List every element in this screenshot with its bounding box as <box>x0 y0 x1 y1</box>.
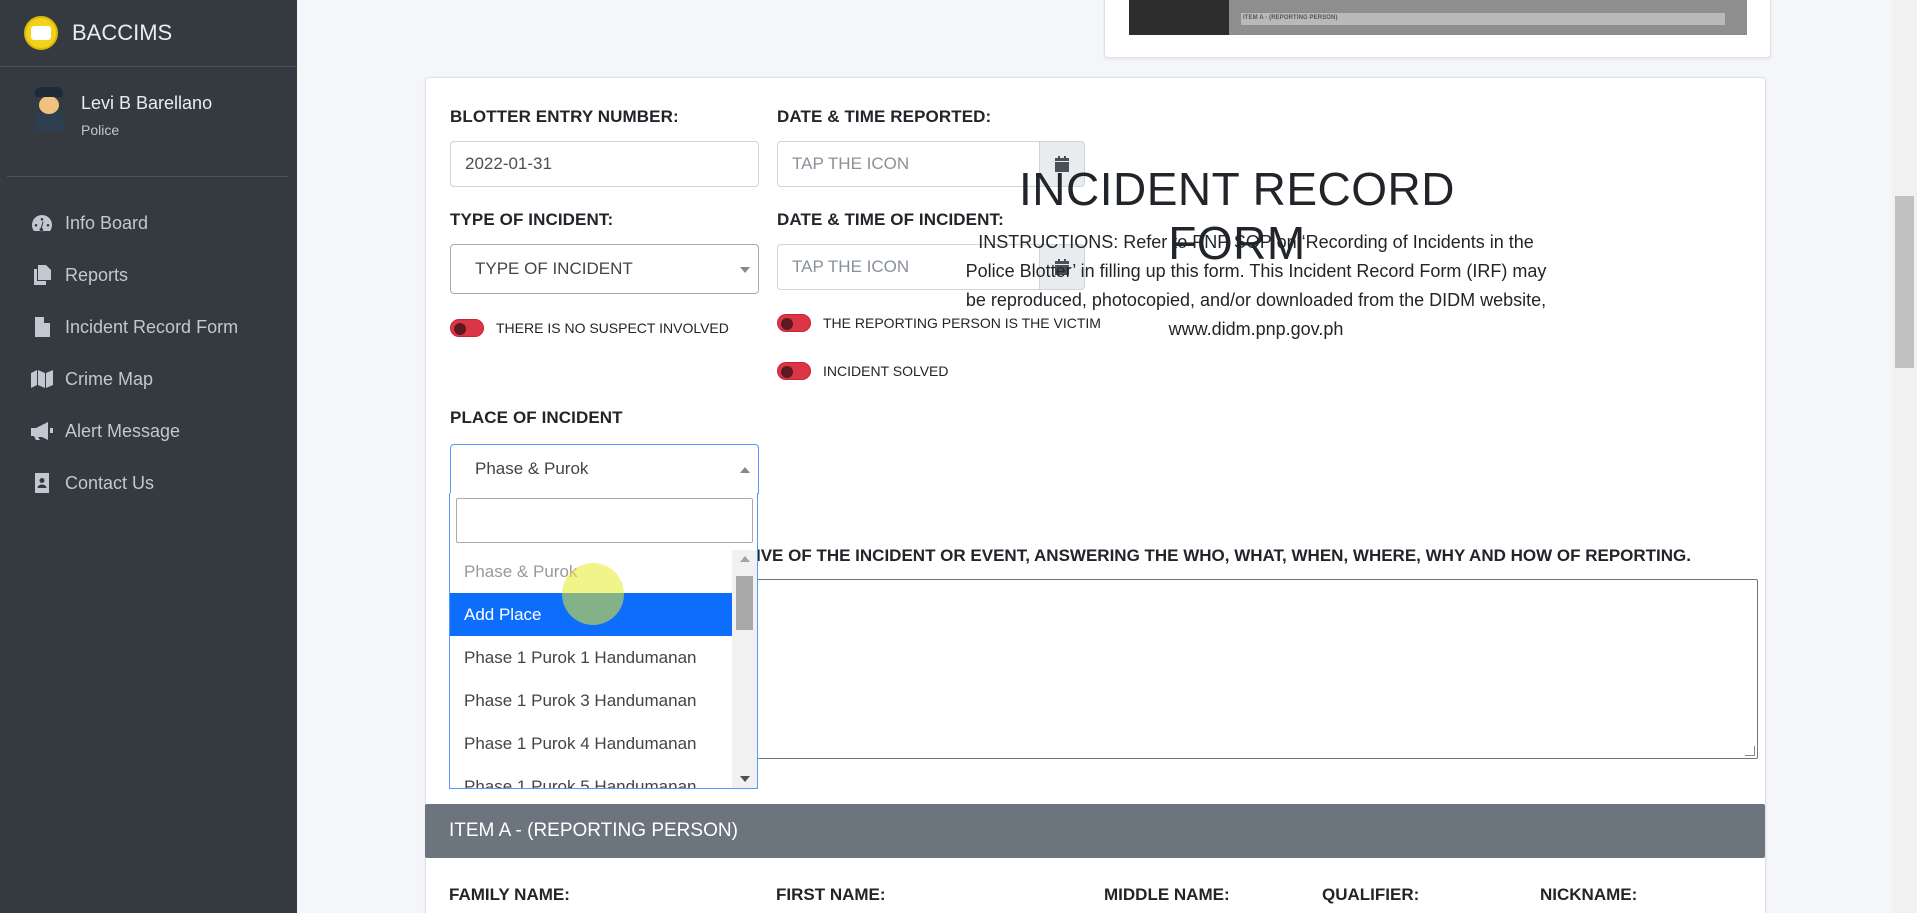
place-of-incident-select[interactable]: Phase & Purok <box>450 444 759 494</box>
sidebar-item-label: Reports <box>65 264 129 285</box>
date-reported-label: DATE & TIME REPORTED: <box>777 107 992 126</box>
dropdown-options: Phase & Purok Add Place Phase 1 Purok 1 … <box>450 550 732 788</box>
copy-icon <box>30 265 54 285</box>
sidebar-item-contact-us[interactable]: Contact Us <box>0 457 297 509</box>
type-of-incident-value: TYPE OF INCIDENT <box>475 259 633 278</box>
middle-name-label: MIDDLE NAME: <box>1104 885 1230 904</box>
scroll-thumb[interactable] <box>736 576 753 630</box>
sidebar-item-label: Incident Record Form <box>65 316 239 337</box>
sidebar-item-incident-record-form[interactable]: Incident Record Form <box>0 301 297 353</box>
avatar[interactable] <box>31 87 67 131</box>
scroll-down-icon[interactable] <box>740 776 750 782</box>
item-a-header: ITEM A - (REPORTING PERSON) <box>425 804 1765 858</box>
map-icon <box>30 369 54 389</box>
sidebar-item-label: Info Board <box>65 212 149 233</box>
chevron-up-icon <box>740 467 750 473</box>
first-name-label: FIRST NAME: <box>776 885 886 904</box>
dropdown-option[interactable]: Phase 1 Purok 5 Handumanan <box>450 765 732 789</box>
dropdown-option[interactable]: Phase 1 Purok 3 Handumanan <box>450 679 732 722</box>
sidebar-item-reports[interactable]: Reports <box>0 249 297 301</box>
sidebar: BACCIMS Levi B Barellano Police Info Boa… <box>0 0 297 913</box>
dropdown-scrollbar[interactable] <box>732 550 757 788</box>
dropdown-option[interactable]: Phase 1 Purok 1 Handumanan <box>450 636 732 679</box>
brand[interactable]: BACCIMS <box>0 0 297 67</box>
brand-name: BACCIMS <box>72 20 173 45</box>
place-dropdown: Phase & Purok Add Place Phase 1 Purok 1 … <box>449 493 758 789</box>
video-card: ITEM A - (REPORTING PERSON) <box>1104 0 1771 58</box>
sidebar-item-label: Alert Message <box>65 420 181 441</box>
user-role: Police <box>81 122 120 138</box>
address-book-icon <box>30 473 54 493</box>
toggle-switch[interactable] <box>777 314 811 332</box>
blotter-entry-value: 2022-01-31 <box>465 154 552 173</box>
narrative-label: IVE OF THE INCIDENT OR EVENT, ANSWERING … <box>756 546 1691 565</box>
dashboard-icon <box>30 213 54 233</box>
user-name[interactable]: Levi B Barellano <box>81 93 212 114</box>
place-of-incident-value: Phase & Purok <box>475 459 589 478</box>
dropdown-search-input[interactable] <box>456 498 753 543</box>
video-thumbnail[interactable]: ITEM A - (REPORTING PERSON) <box>1129 0 1747 35</box>
dropdown-option: Phase & Purok <box>464 561 578 581</box>
video-caption: ITEM A - (REPORTING PERSON) <box>1243 15 1338 21</box>
no-suspect-toggle[interactable]: THERE IS NO SUSPECT INVOLVED <box>450 319 729 337</box>
resize-handle-icon[interactable] <box>1745 746 1755 756</box>
incident-solved-toggle[interactable]: INCIDENT SOLVED <box>777 362 949 380</box>
blotter-entry-input[interactable]: 2022-01-31 <box>450 141 759 187</box>
dropdown-option[interactable]: Phase 1 Purok 4 Handumanan <box>450 722 732 765</box>
family-name-label: FAMILY NAME: <box>449 885 570 904</box>
sidebar-nav: Info Board Reports Incident Record Form … <box>0 197 297 509</box>
date-reported-placeholder: TAP THE ICON <box>792 154 910 173</box>
dropdown-option-add-place[interactable]: Add Place <box>450 593 732 636</box>
date-incident-placeholder: TAP THE ICON <box>792 257 910 276</box>
sidebar-item-label: Contact Us <box>65 472 155 493</box>
blotter-entry-label: BLOTTER ENTRY NUMBER: <box>450 107 679 126</box>
user-panel: Levi B Barellano Police <box>7 67 288 177</box>
toggle-switch[interactable] <box>777 362 811 380</box>
no-suspect-label: THERE IS NO SUSPECT INVOLVED <box>496 320 729 336</box>
toggle-switch[interactable] <box>450 319 484 337</box>
page-scroll-thumb[interactable] <box>1895 196 1914 368</box>
sidebar-item-alert-message[interactable]: Alert Message <box>0 405 297 457</box>
type-of-incident-select[interactable]: TYPE OF INCIDENT <box>450 244 759 294</box>
type-of-incident-label: TYPE OF INCIDENT: <box>450 210 614 229</box>
scroll-up-icon[interactable] <box>740 556 750 562</box>
page-scrollbar[interactable] <box>1892 0 1917 913</box>
nickname-label: NICKNAME: <box>1540 885 1638 904</box>
form-instructions: INSTRUCTIONS: Refer to PNP SOP on ‘Recor… <box>965 232 1547 339</box>
brand-logo-icon <box>24 16 58 50</box>
qualifier-label: QUALIFIER: <box>1322 885 1420 904</box>
file-icon <box>30 317 54 337</box>
place-of-incident-label: PLACE OF INCIDENT <box>450 408 623 427</box>
sidebar-item-label: Crime Map <box>65 368 154 389</box>
narrative-textarea[interactable] <box>756 579 1758 759</box>
incident-solved-label: INCIDENT SOLVED <box>823 363 949 379</box>
sidebar-item-crime-map[interactable]: Crime Map <box>0 353 297 405</box>
sidebar-item-info-board[interactable]: Info Board <box>0 197 297 249</box>
chevron-down-icon <box>740 267 750 273</box>
megaphone-icon <box>30 421 54 441</box>
